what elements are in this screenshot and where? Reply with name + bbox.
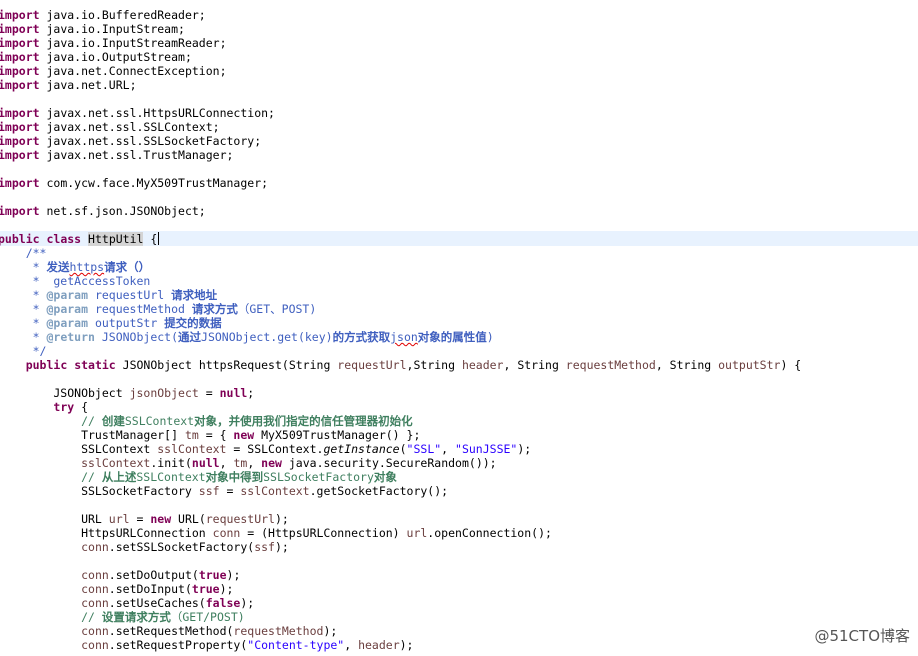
javadoc-line: * getAccessToken bbox=[0, 274, 151, 288]
code-line: import java.io.InputStream; bbox=[0, 22, 185, 36]
code-editor[interactable]: import java.io.BufferedReader; import ja… bbox=[0, 0, 918, 656]
comment-line: // 从上述SSLContext对象中得到SSLSocketFactory对象 bbox=[0, 470, 397, 484]
class-declaration: public class HttpUtil { bbox=[0, 232, 160, 246]
code-line: import javax.net.ssl.HttpsURLConnection; bbox=[0, 106, 275, 120]
code-line: JSONObject jsonObject = null; bbox=[0, 386, 255, 400]
javadoc-line: * @param requestUrl 请求地址 bbox=[0, 288, 218, 302]
code-line: conn.setUseCaches(false); bbox=[81, 596, 255, 610]
code-line: SSLContext sslContext = SSLContext.getIn… bbox=[0, 442, 532, 456]
code-line: import javax.net.ssl.SSLContext; bbox=[0, 120, 220, 134]
method-declaration: public static JSONObject httpsRequest(St… bbox=[25, 358, 802, 372]
code-line: sslContext.init(null, tm, new java.secur… bbox=[81, 456, 497, 470]
comment-line: // 创建SSLContext对象，并使用我们指定的信任管理器初始化 bbox=[0, 414, 413, 428]
watermark: @51CTO博客 bbox=[814, 627, 910, 645]
code-line: import java.net.ConnectException; bbox=[0, 64, 227, 78]
code-line: conn.setDoInput(true); bbox=[81, 582, 234, 596]
code-line: conn.setRequestMethod(requestMethod); bbox=[81, 624, 338, 638]
javadoc-line: * 发送https请求（） bbox=[0, 260, 151, 274]
code-line: import net.sf.json.JSONObject; bbox=[0, 204, 206, 218]
comment-line: // 设置请求方式（GET/POST) bbox=[0, 610, 245, 624]
code-line: import java.io.BufferedReader; bbox=[0, 8, 206, 22]
text-caret bbox=[158, 232, 160, 245]
javadoc-line: * @param requestMethod 请求方式（GET、POST) bbox=[0, 302, 317, 316]
code-line: TrustManager[] tm = { new MyX509TrustMan… bbox=[0, 428, 421, 442]
code-line: import java.net.URL; bbox=[0, 78, 137, 92]
code-line: SSLSocketFactory ssf = sslContext.getSoc… bbox=[0, 484, 449, 498]
code-line: import javax.net.ssl.TrustManager; bbox=[0, 148, 234, 162]
code-line: import java.io.InputStreamReader; bbox=[0, 36, 227, 50]
javadoc-line: * @param outputStr 提交的数据 bbox=[0, 316, 222, 330]
code-line: import com.ycw.face.MyX509TrustManager; bbox=[0, 176, 269, 190]
code-line: conn.setRequestProperty("Content-type", … bbox=[81, 638, 414, 652]
code-line: import java.io.OutputStream; bbox=[0, 50, 192, 64]
code-line: conn.setSSLSocketFactory(ssf); bbox=[81, 540, 289, 554]
code-line: try { bbox=[53, 400, 89, 414]
code-line: conn.setDoOutput(true); bbox=[81, 568, 241, 582]
code-line: URL url = new URL(requestUrl); bbox=[0, 512, 289, 526]
javadoc-line: * @return JSONObject(通过JSONObject.get(ke… bbox=[0, 330, 494, 344]
javadoc-line: */ bbox=[0, 344, 47, 358]
javadoc-line: /** bbox=[0, 246, 47, 260]
code-line: import javax.net.ssl.SSLSocketFactory; bbox=[0, 134, 262, 148]
code-line: HttpsURLConnection conn = (HttpsURLConne… bbox=[0, 526, 552, 540]
